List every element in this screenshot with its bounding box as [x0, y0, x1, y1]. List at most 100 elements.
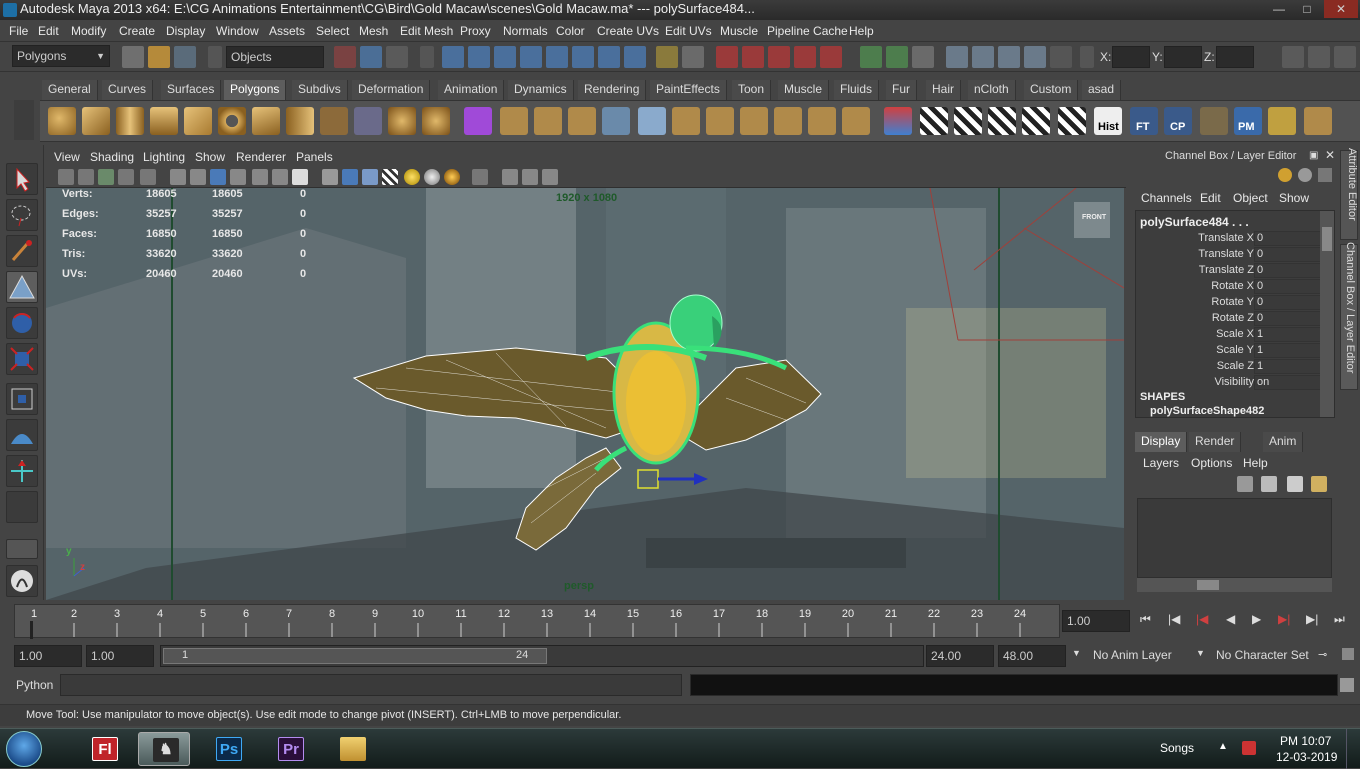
- insert-edge-loop-icon[interactable]: [638, 107, 666, 135]
- custom-tool-icon[interactable]: [1304, 107, 1332, 135]
- menu-edit-mesh[interactable]: Edit Mesh: [400, 24, 453, 38]
- show-desktop-button[interactable]: [1346, 729, 1360, 769]
- channels-object-menu[interactable]: Object: [1233, 191, 1268, 205]
- channel-row[interactable]: Rotate Y0: [1136, 295, 1326, 311]
- current-frame-marker[interactable]: [30, 621, 33, 639]
- shelf-tab-deformation[interactable]: Deformation: [352, 80, 431, 100]
- close-panel-icon[interactable]: ✕: [1325, 148, 1335, 162]
- poly-pipe-icon[interactable]: [286, 107, 314, 135]
- layout-quick-icon[interactable]: [6, 539, 38, 559]
- smooth-shade-icon[interactable]: [342, 169, 358, 185]
- start-time-field[interactable]: 1.00: [14, 645, 82, 667]
- panel-menu-renderer[interactable]: Renderer: [236, 150, 286, 164]
- panel-menu-view[interactable]: View: [54, 150, 80, 164]
- select-object-icon[interactable]: [360, 46, 382, 68]
- menu-muscle[interactable]: Muscle: [720, 24, 758, 38]
- end-time-field[interactable]: 48.00: [998, 645, 1066, 667]
- grid-toggle-icon[interactable]: [170, 169, 186, 185]
- camera-attributes-icon[interactable]: [78, 169, 94, 185]
- select-by-surface-icon[interactable]: [520, 46, 542, 68]
- resolution-gate-icon[interactable]: [210, 169, 226, 185]
- clock-date[interactable]: 12-03-2019: [1276, 750, 1337, 764]
- scrollbar-thumb[interactable]: [1322, 227, 1332, 251]
- poly-sphere-icon[interactable]: [48, 107, 76, 135]
- channel-row[interactable]: Scale X1: [1136, 327, 1326, 343]
- channel-row[interactable]: Scale Y1: [1136, 343, 1326, 359]
- range-start-field[interactable]: 1.00: [86, 645, 154, 667]
- render-view-icon[interactable]: [946, 46, 968, 68]
- shelf-tab-hair[interactable]: Hair: [926, 80, 962, 100]
- shelf-tab-toon[interactable]: Toon: [732, 80, 772, 100]
- menu-normals[interactable]: Normals: [503, 24, 548, 38]
- shelf-tab-fur[interactable]: Fur: [886, 80, 917, 100]
- channel-row[interactable]: Translate X0: [1136, 231, 1326, 247]
- taskbar-app-explorer[interactable]: [326, 732, 378, 766]
- shelf-menu-icon[interactable]: [14, 100, 34, 140]
- menu-modify[interactable]: Modify: [71, 24, 106, 38]
- soft-modification-icon[interactable]: [6, 419, 38, 451]
- attribute-editor-side-tab[interactable]: Attribute Editor: [1340, 148, 1358, 240]
- smooth-icon[interactable]: [388, 107, 416, 135]
- ipr-render-icon[interactable]: [998, 46, 1020, 68]
- uv-editor-icon[interactable]: [1268, 107, 1296, 135]
- new-layer-selected-icon[interactable]: [1311, 476, 1327, 492]
- menu-create-uvs[interactable]: Create UVs: [597, 24, 659, 38]
- gate-mask-icon[interactable]: [230, 169, 246, 185]
- channel-value[interactable]: 0: [1254, 247, 1322, 262]
- poly-plane-icon[interactable]: [184, 107, 212, 135]
- shelf-tab-curves[interactable]: Curves: [102, 80, 154, 100]
- uv-checker-icon[interactable]: [920, 107, 948, 135]
- panel-menu-panels[interactable]: Panels: [296, 150, 333, 164]
- object-name[interactable]: polySurface484 . . .: [1140, 215, 1249, 229]
- maximize-button[interactable]: □: [1294, 0, 1320, 18]
- anim-prefs-icon[interactable]: [1342, 648, 1354, 660]
- menu-select[interactable]: Select: [316, 24, 349, 38]
- save-scene-icon[interactable]: [174, 46, 196, 68]
- play-backward-icon[interactable]: ◀: [1226, 612, 1235, 626]
- menu-mesh[interactable]: Mesh: [359, 24, 388, 38]
- append-polygon-icon[interactable]: [568, 107, 596, 135]
- poly-cone-icon[interactable]: [150, 107, 178, 135]
- select-component-icon[interactable]: [386, 46, 408, 68]
- step-back-frame-icon[interactable]: |◀: [1196, 612, 1208, 626]
- menuset-dropdown[interactable]: Polygons ▼: [12, 45, 110, 67]
- uv-spherical-icon[interactable]: [1022, 107, 1050, 135]
- menu-edit[interactable]: Edit: [38, 24, 59, 38]
- shelf-tab-rendering[interactable]: Rendering: [578, 80, 647, 100]
- channel-box-toggle-icon[interactable]: [1334, 46, 1356, 68]
- persp-viewport[interactable]: Verts: 18605 18605 0 Edges: 35257 35257 …: [46, 188, 1124, 600]
- uv-automatic-icon[interactable]: [1058, 107, 1086, 135]
- shelf-tab-subdivs[interactable]: Subdivs: [292, 80, 348, 100]
- poke-icon[interactable]: [842, 107, 870, 135]
- panel-menu-show[interactable]: Show: [195, 150, 225, 164]
- soft-mod-icon[interactable]: [884, 107, 912, 135]
- shelf-tab-polygons[interactable]: Polygons: [224, 80, 287, 100]
- textured-icon[interactable]: [382, 169, 398, 185]
- select-by-joint-icon[interactable]: [468, 46, 490, 68]
- menu-pipeline-cache[interactable]: Pipeline Cache: [767, 24, 848, 38]
- taskbar-app-photoshop[interactable]: Ps: [202, 732, 254, 766]
- make-live-icon[interactable]: [820, 46, 842, 68]
- select-hierarchy-icon[interactable]: [334, 46, 356, 68]
- poly-pyramid-icon[interactable]: [252, 107, 280, 135]
- channel-layer-side-tab[interactable]: Channel Box / Layer Editor: [1340, 242, 1358, 390]
- menu-proxy[interactable]: Proxy: [460, 24, 491, 38]
- select-by-handle-icon[interactable]: [442, 46, 464, 68]
- channel-row[interactable]: Visibility on: [1136, 375, 1326, 391]
- character-set-selector[interactable]: No Character Set: [1216, 648, 1309, 662]
- highlight-selection-icon[interactable]: [682, 46, 704, 68]
- last-tool-icon[interactable]: [6, 491, 38, 523]
- command-language-label[interactable]: Python: [16, 678, 53, 692]
- lasso-tool-icon[interactable]: [6, 199, 38, 231]
- menu-display[interactable]: Display: [166, 24, 205, 38]
- panel-menu-shading[interactable]: Shading: [90, 150, 134, 164]
- measure-tool-icon[interactable]: [1200, 107, 1228, 135]
- selection-mode-field[interactable]: Objects: [226, 46, 324, 68]
- safe-action-icon[interactable]: [272, 169, 288, 185]
- step-forward-key-icon[interactable]: ▶|: [1306, 612, 1318, 626]
- universal-manipulator-icon[interactable]: [6, 383, 38, 415]
- time-slider[interactable]: 1 2 3 4 5 6 7 8 9 10 11 12 13 14 15 16 17 18 19 20 21 22 23 24: [14, 604, 1060, 639]
- merge-icon[interactable]: [740, 107, 768, 135]
- lock-selection-icon[interactable]: [656, 46, 678, 68]
- outliner-icon[interactable]: [6, 565, 38, 597]
